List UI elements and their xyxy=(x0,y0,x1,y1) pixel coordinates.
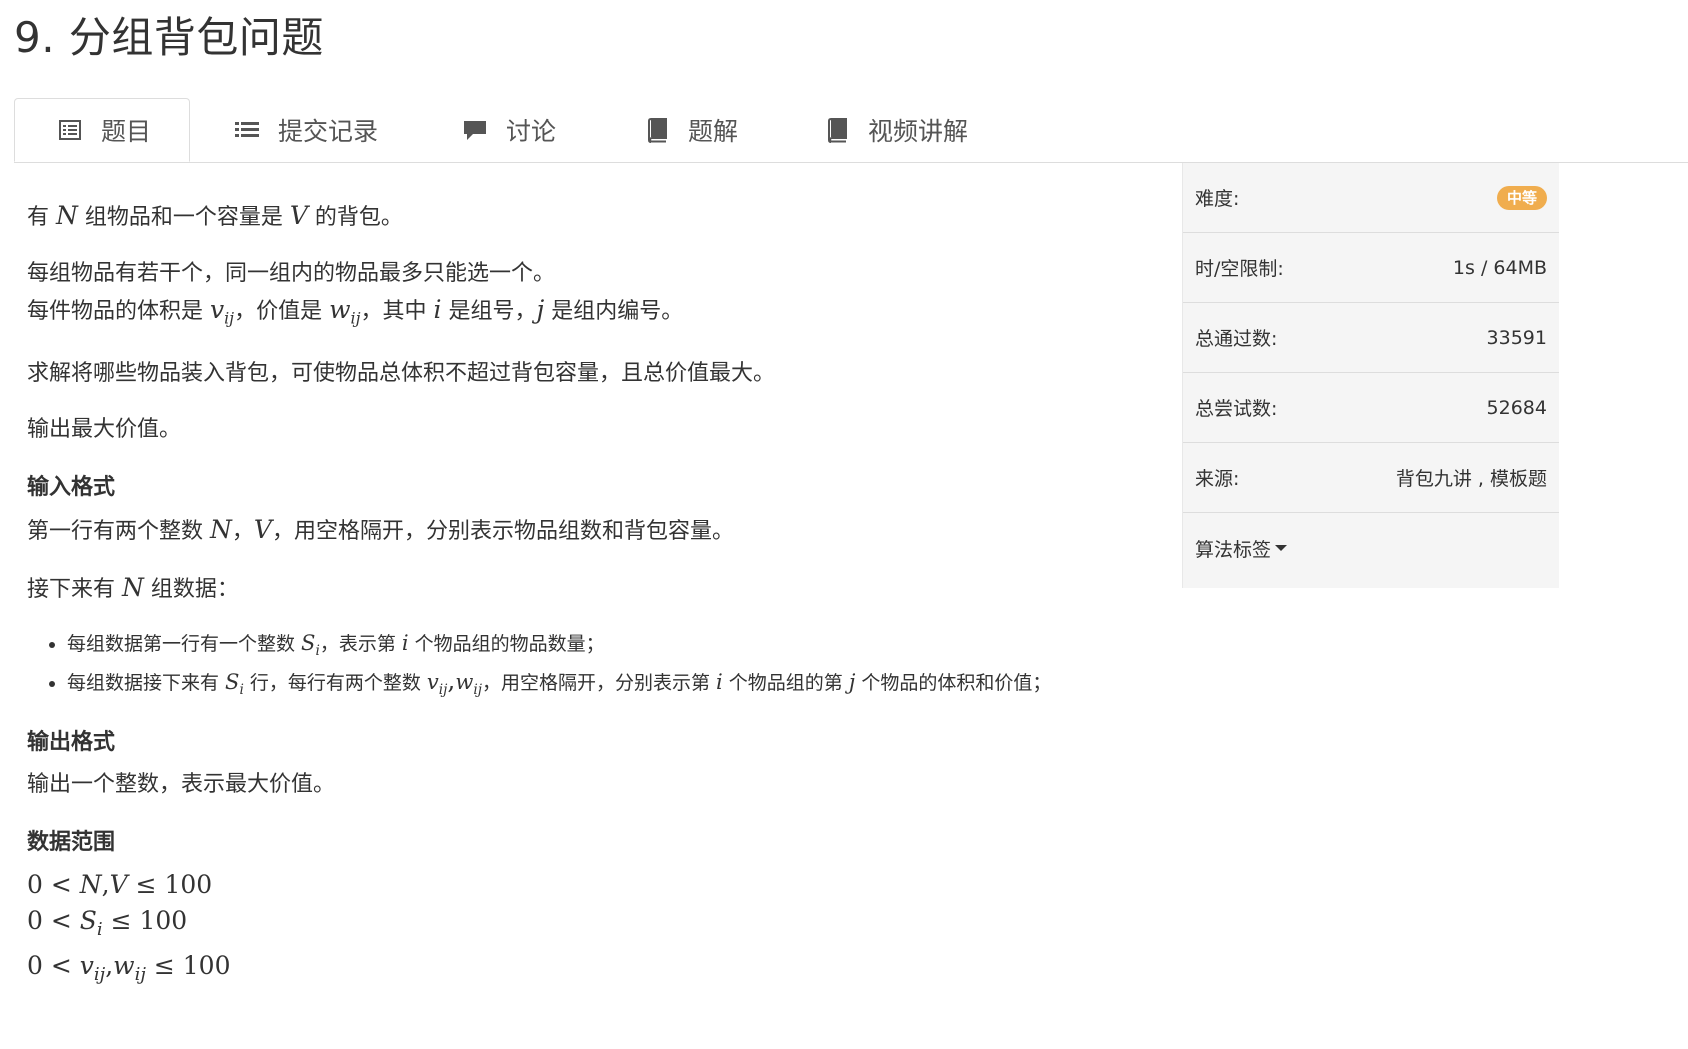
tab-label: 讨论 xyxy=(506,117,557,146)
tab-label: 题目 xyxy=(101,117,152,146)
list-alt-icon xyxy=(57,117,83,143)
range-line-3: 0 < vij,wij ≤ 100 xyxy=(27,950,231,985)
problem-tabs: 题目 提交记录 讨论 题解 视频讲解 xyxy=(14,98,1688,163)
difficulty-row: 难度: 中等 xyxy=(1183,163,1559,233)
comment-icon xyxy=(462,117,488,143)
source-label: 来源: xyxy=(1195,468,1240,490)
tried-value: 52684 xyxy=(1486,396,1547,419)
output-max-line: 输出最大价值。 xyxy=(27,417,182,443)
group-rule-line: 每组物品有若干个，同一组内的物品最多只能选一个。 xyxy=(27,261,556,286)
tried-row: 总尝试数: 52684 xyxy=(1183,373,1559,443)
limit-value: 1s / 64MB xyxy=(1452,256,1547,279)
tags-label: 算法标签 xyxy=(1195,538,1272,561)
caret-down-icon xyxy=(1275,545,1288,551)
source-row: 来源: 背包九讲 , 模板题 xyxy=(1183,443,1559,513)
passed-value: 33591 xyxy=(1486,326,1547,349)
output-format-heading: 输出格式 xyxy=(27,729,116,755)
tab-submissions[interactable]: 提交记录 xyxy=(234,98,378,162)
input-groups-line: 接下来有 N 组数据： xyxy=(27,573,239,603)
tab-problem[interactable]: 题目 xyxy=(14,98,190,162)
page-title: 9. 分组背包问题 xyxy=(14,13,324,62)
range-line-1: 0 < N,V ≤ 100 xyxy=(27,869,213,899)
tab-label: 题解 xyxy=(688,117,739,146)
list-icon xyxy=(234,117,260,143)
tab-label: 视频讲解 xyxy=(868,117,969,146)
tab-video[interactable]: 视频讲解 xyxy=(824,98,968,162)
output-format-text: 输出一个整数，表示最大价值。 xyxy=(27,771,336,797)
tab-solutions[interactable]: 题解 xyxy=(644,98,738,162)
passed-label: 总通过数: xyxy=(1195,328,1278,350)
difficulty-badge: 中等 xyxy=(1496,185,1547,210)
range-line-2: 0 < Si ≤ 100 xyxy=(27,905,188,940)
intro-line: 有 N 组物品和一个容量是 V 的背包。 xyxy=(27,201,403,230)
algorithm-tags-toggle[interactable]: 算法标签 xyxy=(1183,513,1559,583)
problem-description: 有 N 组物品和一个容量是 V 的背包。 每组物品有若干个，同一组内的物品最多只… xyxy=(27,190,1167,993)
input-bullet-list: 每组数据第一行有一个整数 Si，表示第 i 个物品组的物品数量； 每组数据接下来… xyxy=(27,628,1167,705)
source-value[interactable]: 背包九讲 , 模板题 xyxy=(1396,464,1547,491)
list-item: 每组数据第一行有一个整数 Si，表示第 i 个物品组的物品数量； xyxy=(67,628,1167,666)
input-format-heading: 输入格式 xyxy=(27,475,116,501)
passed-row: 总通过数: 33591 xyxy=(1183,303,1559,373)
tab-discussion[interactable]: 讨论 xyxy=(462,98,556,162)
limit-label: 时/空限制: xyxy=(1195,258,1284,280)
goal-line: 求解将哪些物品装入背包，可使物品总体积不超过背包容量，且总价值最大。 xyxy=(27,361,776,387)
difficulty-label: 难度: xyxy=(1195,188,1240,210)
limit-row: 时/空限制: 1s / 64MB xyxy=(1183,233,1559,303)
input-first-line: 第一行有两个整数 N，V，用空格隔开，分别表示物品组数和背包容量。 xyxy=(27,515,734,545)
book-icon xyxy=(824,117,850,143)
item-definition-line: 每件物品的体积是 vij，价值是 wij，其中 i 是组号，j 是组内编号。 xyxy=(27,295,684,328)
tab-label: 提交记录 xyxy=(278,117,379,146)
problem-info-sidebar: 难度: 中等 时/空限制: 1s / 64MB 总通过数: 33591 总尝试数… xyxy=(1182,163,1559,588)
book-icon xyxy=(644,117,670,143)
data-range-heading: 数据范围 xyxy=(27,829,116,855)
tried-label: 总尝试数: xyxy=(1195,398,1278,420)
list-item: 每组数据接下来有 Si 行，每行有两个整数 vij,wij，用空格隔开，分别表示… xyxy=(67,666,1167,705)
